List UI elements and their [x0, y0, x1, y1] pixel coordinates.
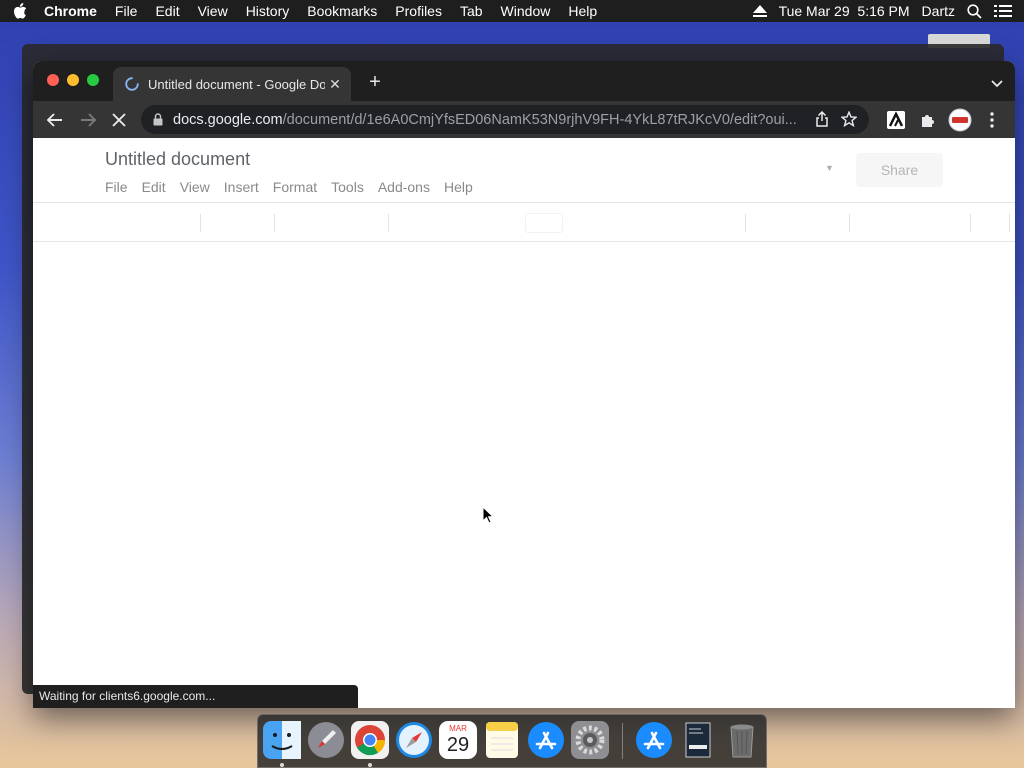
- window-close-button[interactable]: [47, 74, 59, 86]
- macos-dock: MAR 29: [257, 714, 767, 768]
- share-page-icon[interactable]: [815, 110, 829, 131]
- chrome-dock-icon[interactable]: [351, 721, 389, 759]
- eject-icon[interactable]: [752, 5, 767, 17]
- docs-menu-help[interactable]: Help: [444, 179, 473, 195]
- menu-window[interactable]: Window: [492, 0, 560, 22]
- more-options-kebab-icon[interactable]: [982, 110, 1002, 130]
- system-preferences-icon[interactable]: [571, 721, 609, 759]
- back-arrow-icon[interactable]: [45, 110, 65, 130]
- font-size-box[interactable]: [525, 213, 563, 233]
- docs-menu-tools[interactable]: Tools: [331, 179, 364, 195]
- menubar-clock[interactable]: Tue Mar 29 5:16 PM: [779, 3, 910, 19]
- docs-menu-format[interactable]: Format: [273, 179, 317, 195]
- calendar-month: MAR: [449, 724, 467, 733]
- docs-menu-bar: File Edit View Insert Format Tools Add-o…: [105, 179, 487, 195]
- window-zoom-button[interactable]: [87, 74, 99, 86]
- tab-close-icon[interactable]: ✕: [325, 76, 345, 93]
- docs-menu-addons[interactable]: Add-ons: [378, 179, 430, 195]
- window-minimize-button[interactable]: [67, 74, 79, 86]
- docs-menu-view[interactable]: View: [180, 179, 210, 195]
- app-store-icon[interactable]: [527, 721, 565, 759]
- docs-formatting-toolbar: [33, 203, 1015, 241]
- forward-arrow-icon[interactable]: [78, 110, 98, 130]
- menu-bookmarks[interactable]: Bookmarks: [298, 0, 386, 22]
- safari-icon[interactable]: [395, 721, 433, 759]
- loading-spinner-icon: [125, 77, 139, 91]
- tab-search-chevron-icon[interactable]: [991, 75, 1003, 93]
- menu-history[interactable]: History: [237, 0, 299, 22]
- docs-menu-edit[interactable]: Edit: [142, 179, 166, 195]
- mouse-pointer-icon: [482, 505, 495, 529]
- share-button[interactable]: Share: [856, 153, 943, 187]
- toolbar-separator: [274, 214, 275, 232]
- profile-avatar[interactable]: [948, 108, 972, 132]
- toolbar-separator: [1009, 214, 1010, 232]
- toolbar-separator: [745, 214, 746, 232]
- launchpad-icon[interactable]: [307, 721, 345, 759]
- menubar-user[interactable]: Dartz: [922, 3, 955, 19]
- lock-icon[interactable]: [153, 113, 165, 127]
- calendar-icon[interactable]: MAR 29: [439, 721, 477, 759]
- url-domain: docs.google.com: [173, 111, 283, 128]
- ebook-document-icon[interactable]: [679, 721, 717, 759]
- toolbar-separator: [200, 214, 201, 232]
- extension-a-icon[interactable]: [886, 110, 906, 130]
- toolbar-divider: [33, 241, 1015, 242]
- toolbar-separator: [970, 214, 971, 232]
- bookmark-star-icon[interactable]: [840, 110, 858, 131]
- address-bar[interactable]: docs.google.com /document/d/1e6A0CmjYfsE…: [141, 105, 869, 134]
- toolbar-separator: [388, 214, 389, 232]
- url-path: /document/d/1e6A0CmjYfsED06NamK53N9rjhV9…: [282, 111, 797, 128]
- docs-page: Untitled document File Edit View Insert …: [33, 138, 1015, 708]
- menu-tab[interactable]: Tab: [451, 0, 492, 22]
- extensions-puzzle-icon[interactable]: [918, 110, 938, 130]
- spotlight-search-icon[interactable]: [967, 3, 982, 19]
- tab-title: Untitled document - Google Do: [148, 76, 325, 92]
- apple-menu-icon[interactable]: [0, 3, 40, 19]
- menu-profiles[interactable]: Profiles: [386, 0, 451, 22]
- chrome-window: Untitled document - Google Do ✕ + docs.g…: [33, 61, 1015, 708]
- menu-view[interactable]: View: [189, 0, 237, 22]
- browser-toolbar: docs.google.com /document/d/1e6A0CmjYfsE…: [33, 101, 1015, 138]
- toolbar-separator: [849, 214, 850, 232]
- finder-icon[interactable]: [263, 721, 301, 759]
- running-indicator: [280, 763, 284, 767]
- notes-icon[interactable]: [483, 721, 521, 759]
- calendar-day: 29: [446, 734, 470, 756]
- trash-icon[interactable]: [723, 721, 761, 759]
- menu-app-chrome[interactable]: Chrome: [40, 0, 106, 22]
- browser-tab[interactable]: Untitled document - Google Do ✕: [113, 67, 351, 101]
- caret-down-icon[interactable]: ▼: [825, 163, 834, 173]
- app-store-downloads-icon[interactable]: [635, 721, 673, 759]
- docs-menu-insert[interactable]: Insert: [224, 179, 259, 195]
- menu-edit[interactable]: Edit: [146, 0, 188, 22]
- running-indicator: [368, 763, 372, 767]
- new-tab-button[interactable]: +: [363, 71, 387, 94]
- dock-separator: [622, 723, 623, 759]
- tab-strip: Untitled document - Google Do ✕ +: [33, 61, 1015, 101]
- stop-loading-icon[interactable]: [109, 110, 129, 130]
- control-center-icon[interactable]: [994, 4, 1012, 18]
- macos-menu-bar: Chrome File Edit View History Bookmarks …: [0, 0, 1024, 22]
- docs-menu-file[interactable]: File: [105, 179, 128, 195]
- document-title[interactable]: Untitled document: [105, 149, 250, 170]
- menu-file[interactable]: File: [106, 0, 147, 22]
- menu-help[interactable]: Help: [559, 0, 606, 22]
- status-bubble: Waiting for clients6.google.com...: [33, 685, 358, 708]
